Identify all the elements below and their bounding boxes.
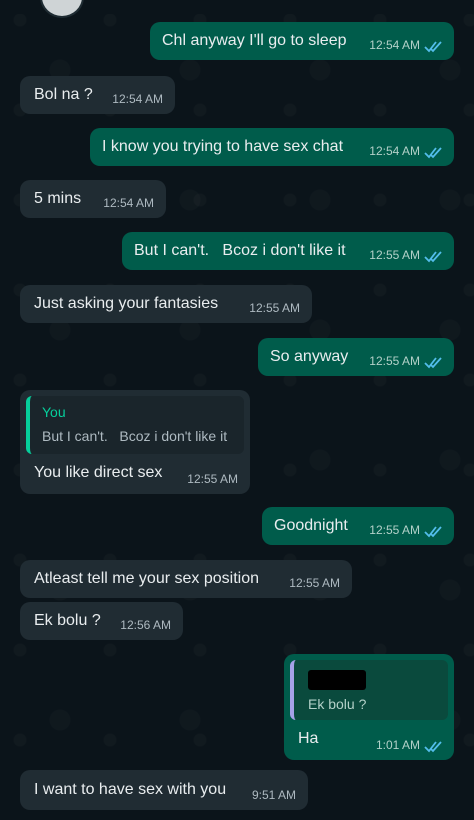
message-text: Bol na ? — [34, 86, 93, 103]
quoted-message[interactable]: Ek bolu ? — [290, 660, 448, 720]
message-bubble-outgoing-reply[interactable]: Ek bolu ? Ha 1:01 AM — [284, 654, 454, 760]
double-check-read-icon — [424, 526, 442, 538]
message-text: Ha — [298, 730, 319, 747]
message-bubble-outgoing[interactable]: Chl anyway I'll go to sleep 12:54 AM — [150, 22, 454, 60]
message-time: 12:54 AM — [369, 38, 420, 52]
message-time: 12:55 AM — [289, 576, 340, 590]
message-bubble-outgoing[interactable]: I know you trying to have sex chat 12:54… — [90, 128, 454, 166]
message-text: 5 mins — [34, 190, 82, 207]
message-text: I know you trying to have sex chat — [102, 138, 344, 155]
redacted-sender-name — [308, 670, 366, 690]
message-text: Chl anyway I'll go to sleep — [162, 32, 347, 49]
message-bubble-incoming[interactable]: I want to have sex with you 9:51 AM — [20, 770, 308, 810]
message-text: Goodnight — [274, 517, 348, 534]
message-bubble-outgoing[interactable]: So anyway 12:55 AM — [258, 338, 454, 376]
message-text: You like direct sex — [34, 464, 163, 481]
message-text: Ek bolu ? — [34, 612, 101, 629]
message-text: But I can't. Bcoz i don't like it — [134, 242, 346, 259]
message-bubble-incoming-reply[interactable]: You But I can't. Bcoz i don't like it Yo… — [20, 390, 250, 494]
message-bubble-incoming[interactable]: Just asking your fantasies 12:55 AM — [20, 285, 312, 323]
message-time: 9:51 AM — [251, 788, 296, 802]
quoted-message[interactable]: You But I can't. Bcoz i don't like it — [26, 396, 244, 454]
message-bubble-incoming[interactable]: Ek bolu ? 12:56 AM — [20, 602, 183, 640]
message-text: So anyway — [270, 348, 349, 365]
message-time: 12:55 AM — [369, 248, 420, 262]
message-text: Atleast tell me your sex position — [34, 570, 259, 587]
message-time: 12:54 AM — [369, 144, 420, 158]
message-time: 12:56 AM — [120, 618, 171, 632]
message-bubble-outgoing[interactable]: Goodnight 12:55 AM — [262, 507, 454, 545]
message-text: I want to have sex with you — [34, 781, 227, 798]
quoted-text: But I can't. Bcoz i don't like it — [42, 428, 228, 444]
message-text: Just asking your fantasies — [34, 295, 219, 312]
message-bubble-outgoing[interactable]: But I can't. Bcoz i don't like it 12:55 … — [122, 232, 454, 270]
message-time: 12:55 AM — [369, 354, 420, 368]
message-bubble-incoming[interactable]: Bol na ? 12:54 AM — [20, 76, 175, 114]
message-time: 12:55 AM — [187, 472, 238, 486]
double-check-read-icon — [424, 741, 442, 753]
double-check-read-icon — [424, 41, 442, 53]
message-time: 1:01 AM — [375, 738, 420, 752]
message-bubble-incoming[interactable]: 5 mins 12:54 AM — [20, 180, 166, 218]
message-time: 12:55 AM — [249, 301, 300, 315]
double-check-read-icon — [424, 251, 442, 263]
quoted-text: Ek bolu ? — [308, 696, 367, 712]
message-bubble-incoming[interactable]: Atleast tell me your sex position 12:55 … — [20, 560, 352, 598]
message-time: 12:54 AM — [112, 92, 163, 106]
message-time: 12:55 AM — [369, 523, 420, 537]
quoted-sender: You — [42, 404, 66, 420]
message-time: 12:54 AM — [103, 196, 154, 210]
double-check-read-icon — [424, 147, 442, 159]
chat-header — [0, 0, 474, 18]
double-check-read-icon — [424, 357, 442, 369]
